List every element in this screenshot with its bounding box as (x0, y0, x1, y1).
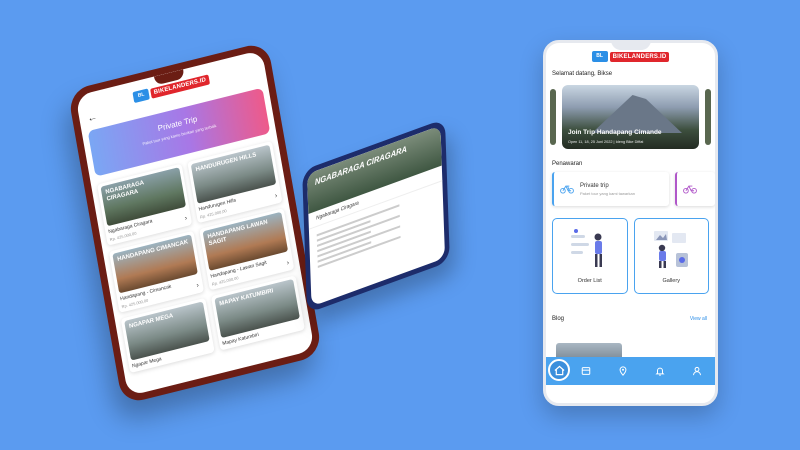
gallery-label: Gallery (662, 278, 680, 284)
view-all-link[interactable]: View all (690, 316, 707, 322)
chevron-right-icon: › (274, 192, 278, 200)
carousel-next-slide[interactable] (705, 89, 711, 145)
offer-card-peek[interactable] (675, 172, 715, 206)
brand-logo: BL BIKELANDERS.ID (546, 51, 715, 62)
offers-section-title: Penawaran (552, 161, 583, 167)
brand-logo-mark: BL (591, 51, 608, 62)
offer-card-private-trip[interactable]: Private trip Paket tour yang kami tawark… (552, 172, 670, 206)
phone-mockup-private-trip: BL BIKELANDERS.ID ← Private Trip Paket t… (67, 41, 323, 405)
order-list-label: Order List (577, 278, 602, 284)
order-list-tile[interactable]: Order List (552, 218, 628, 294)
bicycle-icon (560, 185, 574, 194)
phone-screen: NGABARAGA CIRAGARA Ngabaraga Ciragara (306, 125, 446, 307)
gallery-illustration (654, 231, 689, 268)
phone-mockup-trip-detail: NGABARAGA CIRAGARA Ngabaraga Ciragara (302, 118, 450, 314)
bottom-navigation (546, 357, 715, 385)
phone-screen: BL BIKELANDERS.ID ← Private Trip Paket t… (75, 49, 315, 397)
blog-section-title: Blog (552, 316, 565, 322)
home-icon[interactable] (548, 359, 570, 381)
receipt-icon[interactable] (581, 366, 591, 376)
promo-slide-caption: Join Trip Handapang Cimande (568, 129, 662, 136)
phone-mockup-home: BL BIKELANDERS.ID Selamat datang, Bikse … (543, 40, 718, 406)
offers-list: Private trip Paket tour yang kami tawark… (546, 167, 715, 206)
menu-tiles: Order List Gallery (546, 206, 715, 294)
arrow-left-icon[interactable]: ← (87, 112, 99, 125)
carousel-prev-slide[interactable] (550, 89, 556, 145)
chevron-right-icon: › (196, 281, 200, 290)
promo-carousel[interactable]: Join Trip Handapang Cimande Open 11, 18,… (546, 85, 715, 149)
order-list-illustration (570, 229, 602, 267)
user-icon[interactable] (692, 366, 702, 376)
brand-logo-word: BIKELANDERS.ID (609, 51, 670, 62)
gallery-tile[interactable]: Gallery (633, 218, 709, 294)
phone-notch (610, 43, 651, 50)
mountain-image (592, 95, 682, 133)
location-icon[interactable] (618, 366, 628, 376)
blog-header: Blog View all (546, 294, 715, 322)
chevron-right-icon: › (286, 259, 290, 267)
brand-logo-mark: BL (132, 88, 150, 104)
offer-title: Private trip (580, 182, 609, 189)
trip-card-grid: NGABARAGA CIRAGARA Ngabaraga Ciragara Rp… (91, 140, 311, 375)
bell-icon[interactable] (655, 366, 665, 376)
greeting-text: Selamat datang, Bikse (552, 71, 613, 77)
promo-slide-subcaption: Open 11, 18, 25 Juni 2022 | Ideng Bike D… (568, 140, 644, 144)
bicycle-icon (683, 185, 698, 194)
offer-subtitle: Paket tour yang kami tawarkan (580, 190, 635, 196)
chevron-right-icon: › (184, 214, 188, 223)
promo-slide[interactable]: Join Trip Handapang Cimande Open 11, 18,… (562, 85, 699, 149)
